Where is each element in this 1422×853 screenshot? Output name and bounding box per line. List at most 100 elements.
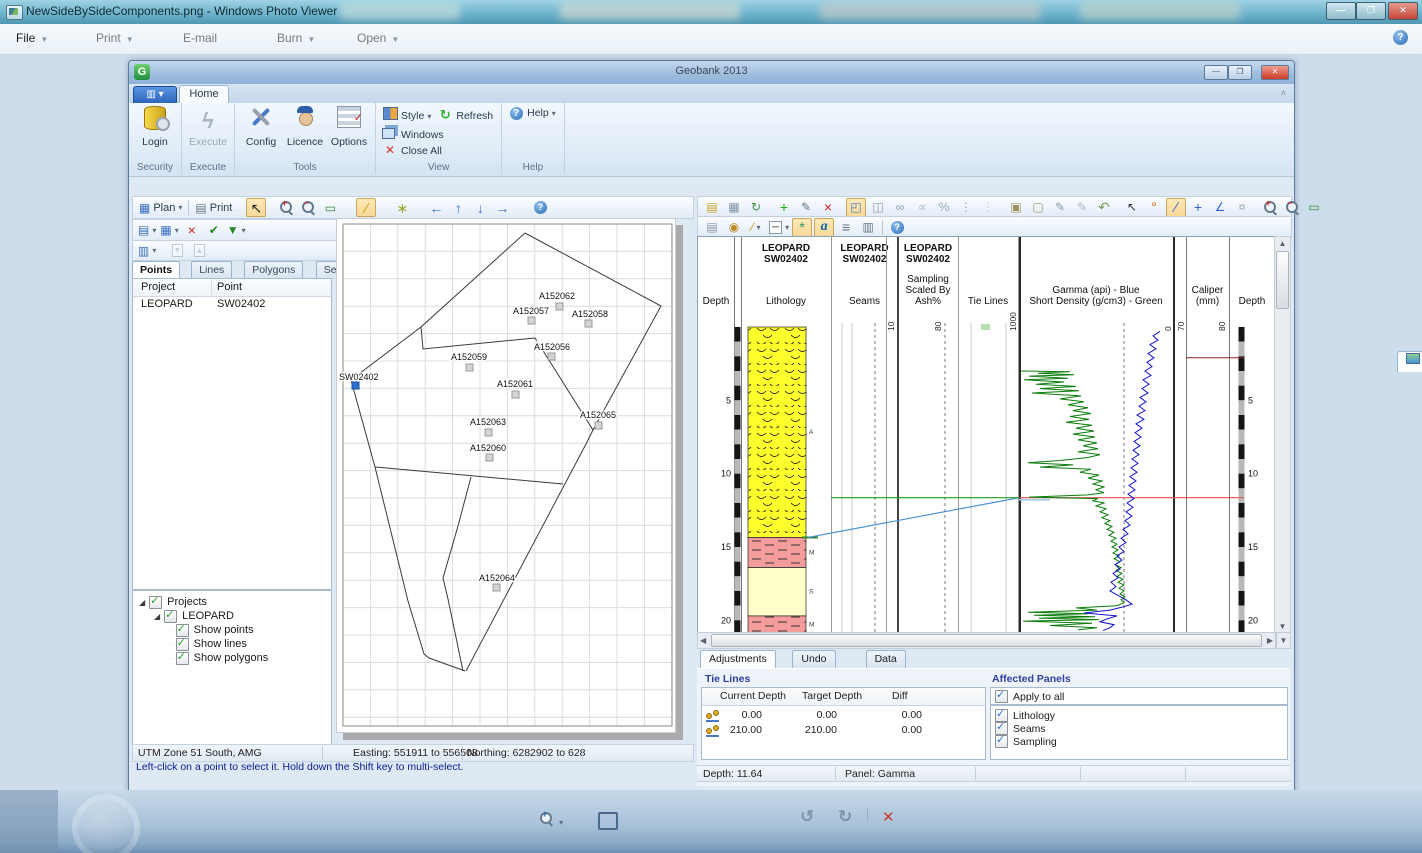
tree-checkbox[interactable] bbox=[164, 610, 177, 623]
zoom-out-button[interactable]: − bbox=[1282, 198, 1302, 217]
tie-line-row[interactable]: 0.000.000.00 bbox=[702, 709, 985, 724]
apply-to-all-checkbox[interactable]: Apply to all bbox=[995, 690, 1064, 703]
zoom-in-button[interactable]: + bbox=[276, 198, 296, 217]
annotate-tool-button[interactable]: ¤ bbox=[1232, 198, 1252, 217]
panel-tab-adjustments[interactable]: Adjustments bbox=[700, 650, 776, 669]
rotate-clockwise-button[interactable]: ↻ bbox=[838, 807, 852, 827]
viewer-close-button[interactable]: ✕ bbox=[1388, 2, 1418, 20]
export-report-button[interactable]: ▤▾ bbox=[137, 221, 157, 240]
close-all-button[interactable]: ✕Close All bbox=[382, 143, 442, 157]
column-view-button[interactable]: ▥ bbox=[858, 218, 878, 237]
geobank-close-button[interactable]: ✕ bbox=[1261, 65, 1289, 80]
map-point-SW02402[interactable] bbox=[352, 382, 359, 389]
geobank-maximize-button[interactable]: ❐ bbox=[1228, 65, 1252, 80]
lock-button[interactable]: ▣ bbox=[1006, 198, 1026, 217]
tie-line-row[interactable]: 210.00210.000.00 bbox=[702, 724, 985, 739]
unmerge-intervals-button[interactable]: ∝ bbox=[912, 198, 932, 217]
ribbon-tab-home[interactable]: Home bbox=[179, 85, 229, 104]
undo-button[interactable]: ↶ bbox=[1094, 198, 1114, 217]
select-region-button[interactable]: ◰ bbox=[846, 198, 866, 217]
viewer-help-button[interactable]: ? bbox=[1393, 30, 1408, 45]
help-button[interactable]: ?Help▾ bbox=[508, 107, 556, 120]
col-target-depth[interactable]: Target Depth bbox=[802, 690, 862, 702]
preview-button[interactable]: ◉ bbox=[724, 218, 744, 237]
help-button[interactable]: ? bbox=[887, 218, 907, 237]
validate-button[interactable]: ✔ bbox=[204, 221, 224, 240]
tie-line-diagonal[interactable] bbox=[808, 498, 1019, 538]
scroll-corner-button[interactable]: ▼ bbox=[1276, 632, 1291, 649]
menu-burn[interactable]: Burn▼ bbox=[277, 31, 315, 45]
map-point-A152056[interactable] bbox=[548, 353, 555, 360]
merge-intervals-button[interactable]: ∞ bbox=[890, 198, 910, 217]
menu-file[interactable]: File▼ bbox=[16, 31, 48, 45]
tree-checkbox[interactable] bbox=[149, 596, 162, 609]
subtab-lines[interactable]: Lines bbox=[191, 261, 232, 279]
unlock-button[interactable]: ▢ bbox=[1028, 198, 1048, 217]
line-tool-button[interactable]: ∕ bbox=[1166, 198, 1186, 217]
map-point-A152061[interactable] bbox=[512, 391, 519, 398]
node-tool-button[interactable]: ° bbox=[1144, 198, 1164, 217]
fit-to-window-button[interactable] bbox=[598, 812, 618, 833]
delete-point-button[interactable]: × bbox=[182, 221, 202, 240]
export-report-button[interactable]: ▤ bbox=[702, 198, 722, 217]
pan-down-button[interactable]: ↓ bbox=[470, 198, 490, 217]
rotate-counterclockwise-button[interactable]: ↺ bbox=[800, 807, 814, 827]
tree-checkbox[interactable] bbox=[176, 652, 189, 665]
log-vertical-scrollbar[interactable]: ▲ ▼ bbox=[1274, 236, 1291, 634]
panel-checkbox-sampling[interactable]: Sampling bbox=[995, 735, 1057, 748]
plan-menu-button[interactable]: ▦Plan▾ bbox=[138, 198, 183, 217]
map-point-A152064[interactable] bbox=[493, 584, 500, 591]
licence-button[interactable]: Licence bbox=[284, 105, 326, 149]
link-samples-button[interactable]: % bbox=[934, 198, 954, 217]
subtab-polygons[interactable]: Polygons bbox=[244, 261, 303, 279]
subtab-points[interactable]: Points bbox=[132, 261, 180, 279]
compass-button[interactable]: ∗ bbox=[392, 198, 412, 217]
viewer-maximize-button[interactable]: ❐ bbox=[1356, 2, 1386, 20]
grid-view-button[interactable]: ≡ bbox=[836, 218, 856, 237]
marker-style-button[interactable]: * bbox=[792, 218, 812, 237]
help-button[interactable]: ? bbox=[530, 198, 550, 217]
map-point-A152062[interactable] bbox=[556, 303, 563, 310]
style-button[interactable]: Style▾ bbox=[382, 107, 431, 122]
map-point-A152063[interactable] bbox=[485, 429, 492, 436]
menu-open[interactable]: Open▼ bbox=[357, 31, 399, 45]
pointer-tool-button[interactable]: ↖ bbox=[1122, 198, 1142, 217]
lithology-interval[interactable] bbox=[748, 568, 806, 616]
tree-item-leopard[interactable]: ◢LEOPARD bbox=[154, 609, 234, 623]
panel-tab-undo-log[interactable]: Undo Log bbox=[792, 650, 835, 669]
ribbon-collapse-chevron[interactable]: ˄ bbox=[1281, 88, 1286, 98]
options-button[interactable]: Options bbox=[328, 105, 370, 149]
move-tool-button[interactable]: + bbox=[1188, 198, 1208, 217]
table-row[interactable]: LEOPARDSW02402 bbox=[133, 297, 331, 313]
menu-email[interactable]: E-mail bbox=[183, 31, 217, 45]
edit-tie-line-button[interactable]: ✎ bbox=[796, 198, 816, 217]
zoom-fit-button[interactable]: ▭ bbox=[1304, 198, 1324, 217]
plan-map[interactable]: A152062A152057A152058A152056A152059SW024… bbox=[336, 218, 676, 733]
column-header-point[interactable]: Point bbox=[217, 281, 242, 293]
col-current-depth[interactable]: Current Depth bbox=[720, 690, 786, 702]
tree-item-show-polygons[interactable]: ·Show polygons bbox=[169, 651, 268, 665]
zoom-extents-button[interactable]: ▭ bbox=[320, 198, 340, 217]
zoom-in-button[interactable]: + bbox=[1260, 198, 1280, 217]
col-diff[interactable]: Diff bbox=[892, 690, 908, 702]
map-point-A152058[interactable] bbox=[585, 320, 592, 327]
print-button[interactable]: ▤Print bbox=[194, 198, 233, 217]
ruler-button[interactable]: ∕▾ bbox=[746, 218, 766, 237]
map-point-A152060[interactable] bbox=[486, 454, 493, 461]
geobank-minimize-button[interactable]: — bbox=[1204, 65, 1228, 80]
log-horizontal-scrollbar[interactable]: ◀ ▶ bbox=[697, 632, 1276, 649]
pan-left-button[interactable]: ← bbox=[426, 198, 446, 217]
zoom-out-button[interactable]: − bbox=[298, 198, 318, 217]
refresh-button[interactable]: ↻Refresh bbox=[437, 107, 493, 123]
pointer-tool-button[interactable]: ↖ bbox=[246, 198, 266, 217]
column-chooser-button[interactable]: ▥▾ bbox=[137, 241, 157, 260]
map-point-A152057[interactable] bbox=[528, 317, 535, 324]
save-button[interactable]: ▦ bbox=[724, 198, 744, 217]
menu-print[interactable]: Print▼ bbox=[96, 31, 134, 45]
split-interval-button[interactable]: ◫ bbox=[868, 198, 888, 217]
tree-expander-icon[interactable]: ◢ bbox=[139, 598, 145, 607]
tab-depth-adjustments[interactable]: Depth Adjustments based on Geophysics✕ bbox=[1397, 351, 1422, 372]
log-display[interactable]: DepthLEOPARD SW02402LithologyLEOPARD SW0… bbox=[697, 236, 1275, 633]
measure-tool-button[interactable]: ∕ bbox=[356, 198, 376, 217]
stack-top-button[interactable]: ⋮ bbox=[956, 198, 976, 217]
